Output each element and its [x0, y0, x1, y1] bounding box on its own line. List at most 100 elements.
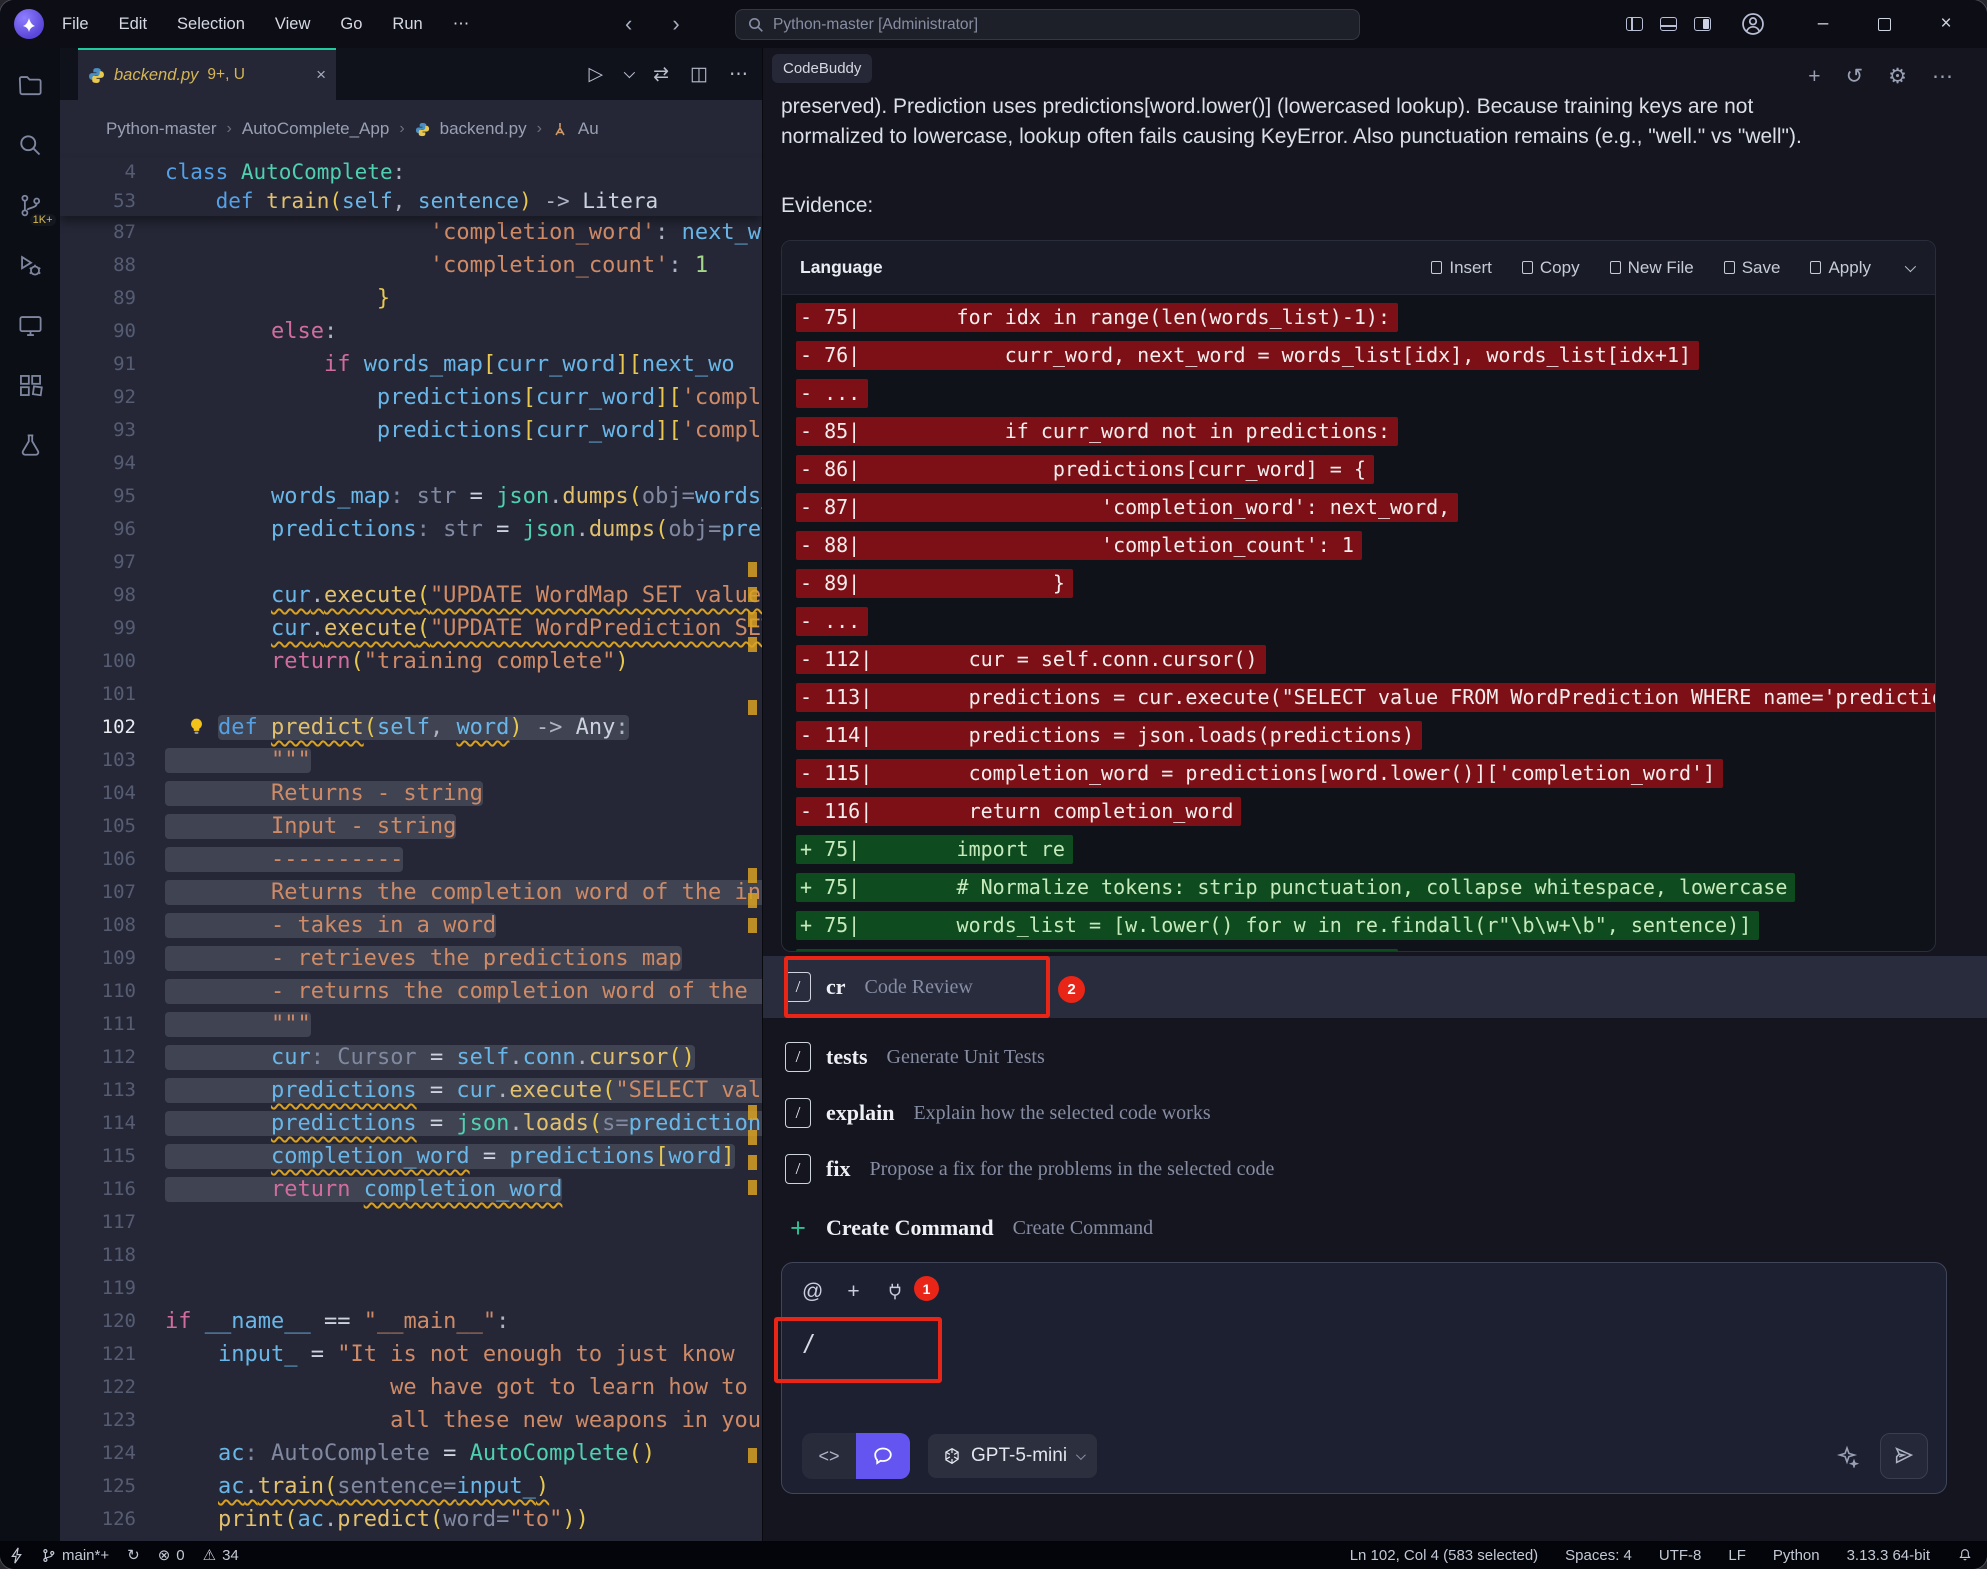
code-line[interactable]: 109 - retrieves the predictions map: [60, 942, 762, 975]
language-mode[interactable]: Python: [1773, 1547, 1820, 1564]
code-line[interactable]: 111 """: [60, 1008, 762, 1041]
breadcrumb-file[interactable]: backend.py: [440, 119, 527, 139]
code-line[interactable]: 113 predictions = cur.execute("SELECT va…: [60, 1074, 762, 1107]
chat-input-value[interactable]: /: [802, 1331, 1926, 1357]
code-line[interactable]: 110 - returns the completion word of the…: [60, 975, 762, 1008]
chat-mode-toggle[interactable]: [856, 1433, 910, 1479]
code-line[interactable]: 124 ac: AutoComplete = AutoComplete(): [60, 1437, 762, 1470]
code-editor[interactable]: 87 'completion_word': next_w88 'completi…: [60, 216, 762, 1541]
branch-status[interactable]: main*+: [41, 1547, 109, 1564]
menu-view[interactable]: View: [275, 15, 310, 34]
open-changes-icon[interactable]: ⇄: [653, 63, 669, 86]
code-line[interactable]: 98 cur.execute("UPDATE WordMap SET value…: [60, 579, 762, 612]
code-line[interactable]: 94: [60, 447, 762, 480]
remote-indicator[interactable]: [10, 1547, 23, 1564]
code-line[interactable]: 99 cur.execute("UPDATE WordPrediction SE…: [60, 612, 762, 645]
command-tests[interactable]: /testsGenerate Unit Tests: [763, 1032, 1987, 1082]
history-icon[interactable]: ↺: [1846, 64, 1864, 89]
toggle-panel-icon[interactable]: [1660, 17, 1677, 31]
code-line[interactable]: 93 predictions[curr_word]['completion_w: [60, 414, 762, 447]
new-chat-icon[interactable]: +: [1808, 65, 1820, 89]
code-line[interactable]: 121 input_ = "It is not enough to just k…: [60, 1338, 762, 1371]
notifications-bell-icon[interactable]: [1957, 1547, 1973, 1563]
builder-mode-toggle[interactable]: <>: [802, 1433, 856, 1479]
code-line[interactable]: 89 }: [60, 282, 762, 315]
back-icon[interactable]: ‹: [625, 11, 632, 37]
code-line[interactable]: 119: [60, 1272, 762, 1305]
problems-warnings[interactable]: ⚠ 34: [203, 1546, 239, 1564]
command-create-command[interactable]: +Create CommandCreate Command: [763, 1202, 1987, 1254]
copy-button[interactable]: Copy: [1522, 258, 1580, 278]
menu-go[interactable]: Go: [340, 15, 362, 34]
chat-input-card[interactable]: @ + / <> GPT-5-mini: [781, 1262, 1947, 1494]
breadcrumb-folder[interactable]: Python-master: [106, 119, 217, 139]
save-button[interactable]: Save: [1724, 258, 1781, 278]
explorer-icon[interactable]: [17, 72, 44, 99]
command-center-search[interactable]: Python-master [Administrator]: [735, 9, 1360, 40]
sync-button[interactable]: ↻: [127, 1546, 140, 1564]
code-line[interactable]: 126 print(ac.predict(word="to")): [60, 1503, 762, 1536]
code-line[interactable]: 122 we have got to learn how to: [60, 1371, 762, 1404]
code-line[interactable]: 87 'completion_word': next_w: [60, 216, 762, 249]
encoding[interactable]: UTF-8: [1659, 1547, 1702, 1564]
mcp-plug-icon[interactable]: [884, 1281, 906, 1303]
menu-file[interactable]: File: [62, 15, 89, 34]
code-line[interactable]: 95 words_map: str = json.dumps(obj=words…: [60, 480, 762, 513]
more-actions-icon[interactable]: ⋯: [729, 63, 748, 86]
code-line[interactable]: 92 predictions[curr_word]['completion_c: [60, 381, 762, 414]
run-dropdown-icon[interactable]: [624, 67, 635, 78]
code-line[interactable]: 107 Returns the completion word of the i…: [60, 876, 762, 909]
run-debug-icon[interactable]: [17, 252, 44, 279]
menu-run[interactable]: Run: [392, 15, 422, 34]
code-line[interactable]: 105 Input - string: [60, 810, 762, 843]
code-line[interactable]: 90 else:: [60, 315, 762, 348]
menu-edit[interactable]: Edit: [119, 15, 147, 34]
run-python-icon[interactable]: ▷: [589, 63, 604, 86]
account-icon[interactable]: [1740, 11, 1766, 37]
forward-icon[interactable]: ›: [672, 11, 679, 37]
toggle-secondary-sidebar-icon[interactable]: [1694, 17, 1711, 31]
search-sidebar-icon[interactable]: [17, 132, 44, 159]
code-line[interactable]: 120if __name__ == "__main__":: [60, 1305, 762, 1338]
close-button[interactable]: ×: [1923, 13, 1969, 35]
breadcrumb-subfolder[interactable]: AutoComplete_App: [242, 119, 389, 139]
code-line[interactable]: 125 ac.train(sentence=input_): [60, 1470, 762, 1503]
tab-close-icon[interactable]: ×: [316, 65, 326, 85]
code-line[interactable]: 97: [60, 546, 762, 579]
insert-button[interactable]: Insert: [1431, 258, 1492, 278]
code-line[interactable]: 101: [60, 678, 762, 711]
app-logo-icon[interactable]: [14, 9, 44, 39]
command-fix[interactable]: /fixPropose a fix for the problems in th…: [763, 1144, 1987, 1194]
code-line[interactable]: 88 'completion_count': 1: [60, 249, 762, 282]
maximize-button[interactable]: [1878, 18, 1891, 31]
menu-[interactable]: ⋯: [453, 14, 470, 34]
breadcrumb-symbol[interactable]: Au: [578, 119, 599, 139]
code-line[interactable]: 106 ----------: [60, 843, 762, 876]
eol-sequence[interactable]: LF: [1728, 1547, 1746, 1564]
mention-icon[interactable]: @: [802, 1280, 823, 1304]
code-line[interactable]: 115 completion_word = predictions[word]: [60, 1140, 762, 1173]
command-explain[interactable]: /explainExplain how the selected code wo…: [763, 1088, 1987, 1138]
attach-icon[interactable]: +: [847, 1280, 859, 1304]
code-line[interactable]: 91 if words_map[curr_word][next_wo: [60, 348, 762, 381]
code-line[interactable]: 117: [60, 1206, 762, 1239]
model-selector[interactable]: GPT-5-mini: [928, 1434, 1097, 1478]
code-line[interactable]: 118: [60, 1239, 762, 1272]
settings-gear-icon[interactable]: ⚙: [1888, 64, 1907, 89]
code-line[interactable]: 96 predictions: str = json.dumps(obj=pre…: [60, 513, 762, 546]
toggle-sidebar-icon[interactable]: [1626, 17, 1643, 31]
source-control-icon[interactable]: 1K+: [17, 192, 44, 219]
python-version[interactable]: 3.13.3 64-bit: [1847, 1547, 1930, 1564]
extensions-icon[interactable]: [17, 372, 44, 399]
panel-more-icon[interactable]: ⋯: [1932, 64, 1953, 89]
apply-button[interactable]: Apply: [1810, 258, 1871, 278]
code-line[interactable]: 104 Returns - string: [60, 777, 762, 810]
code-line[interactable]: 103 """: [60, 744, 762, 777]
sticky-line[interactable]: 53 def train(self, sentence) -> Litera: [60, 187, 762, 216]
minimize-button[interactable]: –: [1800, 13, 1846, 35]
sticky-line[interactable]: 4class AutoComplete:: [60, 158, 762, 187]
new-file-button[interactable]: New File: [1610, 258, 1694, 278]
enhance-prompt-button[interactable]: [1826, 1435, 1868, 1477]
code-line[interactable]: 108 - takes in a word: [60, 909, 762, 942]
problems-errors[interactable]: ⊗ 0: [158, 1546, 185, 1564]
